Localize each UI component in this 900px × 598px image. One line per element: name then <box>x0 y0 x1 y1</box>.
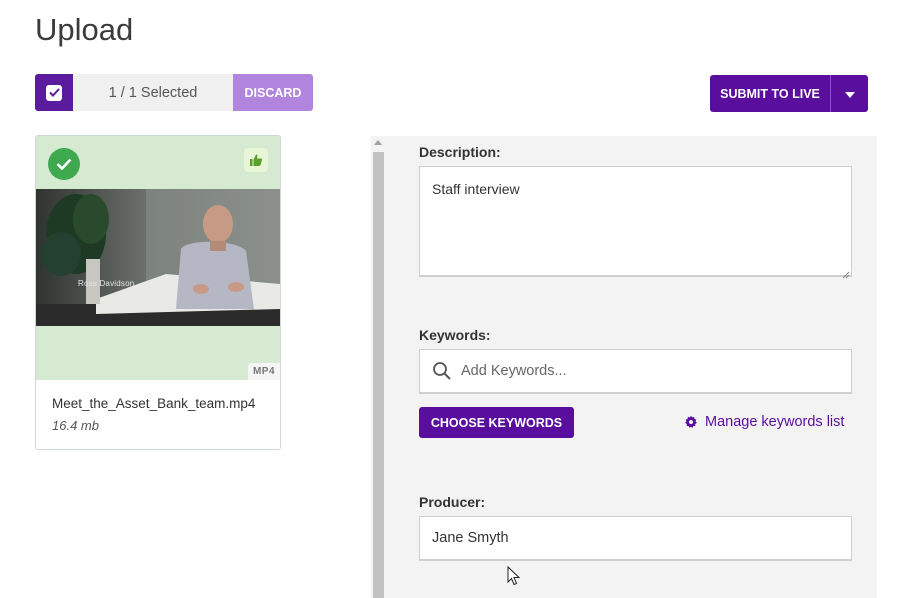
video-caption-name: Ross Davidson <box>78 279 135 288</box>
thumbs-up-icon[interactable] <box>244 148 268 172</box>
checkbox-checked-icon <box>46 84 62 101</box>
format-badge: MP4 <box>247 363 280 380</box>
submit-to-live-button[interactable]: SUBMIT TO LIVE <box>710 75 830 112</box>
keywords-input[interactable]: Add Keywords... <box>419 349 852 394</box>
keywords-label: Keywords: <box>419 327 491 343</box>
manage-keywords-link[interactable]: Manage keywords list <box>684 414 844 430</box>
producer-value: Jane Smyth <box>432 530 509 546</box>
gear-icon <box>684 415 698 429</box>
manage-keywords-label: Manage keywords list <box>705 414 845 430</box>
caret-down-icon <box>844 85 855 103</box>
resize-grip-icon[interactable] <box>842 266 850 279</box>
page-title: Upload <box>35 12 134 47</box>
check-circle-icon[interactable] <box>48 148 80 180</box>
description-value: Staff interview <box>432 181 520 197</box>
scroll-up-arrow-icon[interactable] <box>374 140 382 145</box>
asset-thumbnail-area: Ross Davidson MP4 <box>36 136 280 380</box>
mouse-cursor-icon <box>507 565 521 591</box>
submit-options-dropdown[interactable] <box>830 75 868 112</box>
asset-card[interactable]: Ross Davidson MP4 Meet_the_Asset_Bank_te… <box>35 135 281 450</box>
producer-input[interactable]: Jane Smyth <box>419 516 852 561</box>
asset-file-size: 16.4 mb <box>52 418 99 433</box>
select-all-checkbox[interactable] <box>35 74 73 111</box>
asset-file-name[interactable]: Meet_the_Asset_Bank_team.mp4 <box>52 396 255 411</box>
keywords-placeholder: Add Keywords... <box>461 363 567 379</box>
choose-keywords-button[interactable]: CHOOSE KEYWORDS <box>419 407 574 438</box>
submit-group: SUBMIT TO LIVE <box>710 75 868 112</box>
video-thumbnail[interactable]: Ross Davidson <box>36 189 280 326</box>
scroll-thumb[interactable] <box>373 152 384 598</box>
producer-label: Producer: <box>419 494 486 510</box>
form-scrollbar[interactable] <box>371 136 386 598</box>
search-icon <box>432 361 452 381</box>
selection-bar: 1 / 1 Selected DISCARD <box>35 74 313 111</box>
description-textarea[interactable]: Staff interview <box>419 166 852 279</box>
discard-button[interactable]: DISCARD <box>233 74 313 111</box>
description-label: Description: <box>419 144 501 160</box>
selection-count: 1 / 1 Selected <box>73 74 233 111</box>
